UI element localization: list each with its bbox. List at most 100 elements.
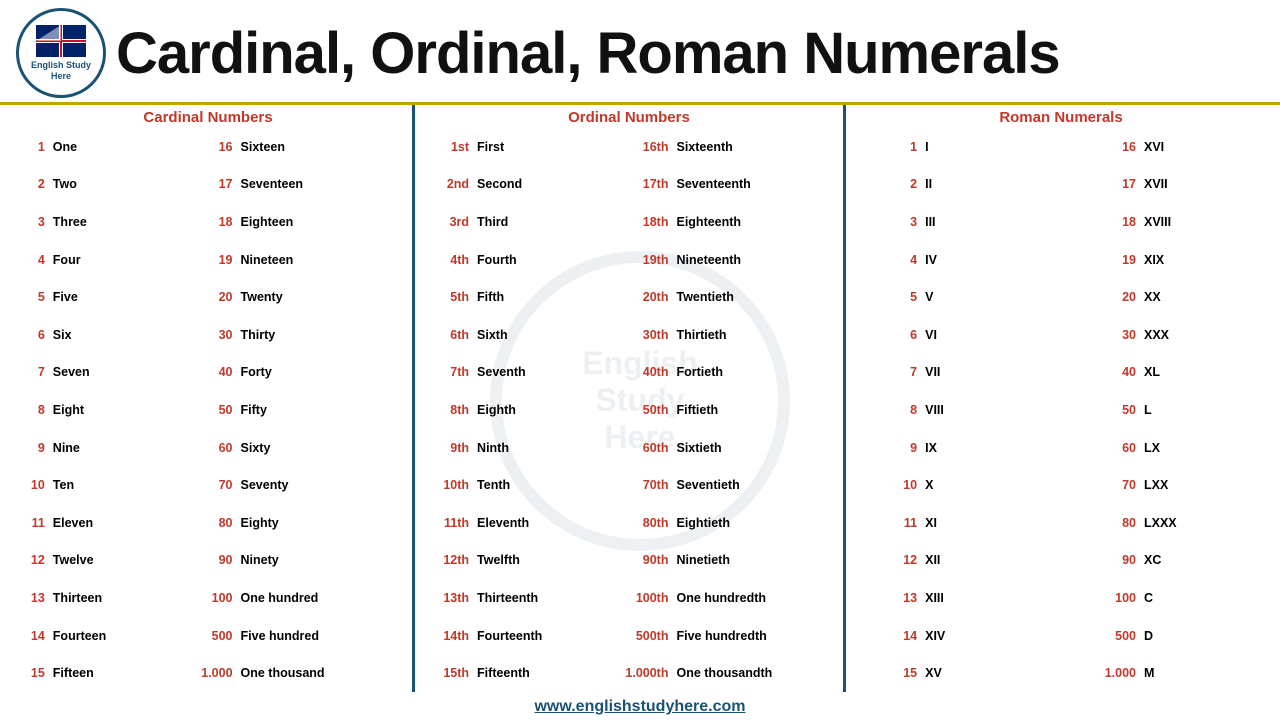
ordinal-num2: 50th [591,391,673,429]
table-row: 13 XIII 100 C [850,579,1272,617]
table-row: 9 Nine 60 Sixty [8,429,408,467]
footer-url[interactable]: www.englishstudyhere.com [534,698,745,715]
roman-word2: LXX [1140,466,1272,504]
table-row: 6 VI 30 XXX [850,316,1272,354]
cardinal-word: Five [49,278,164,316]
cardinal-num: 1 [8,128,49,166]
cardinal-word: Six [49,316,164,354]
roman-word2: XVIII [1140,203,1272,241]
ordinal-num2: 90th [591,542,673,580]
roman-num2: 20 [1013,278,1141,316]
roman-num2: 16 [1013,128,1141,166]
cardinal-num2: 500 [163,617,236,655]
ordinal-num: 5th [419,278,473,316]
cardinal-table: 1 One 16 Sixteen 2 Two 17 Seventeen 3 Th… [8,128,408,692]
ordinal-num: 2nd [419,166,473,204]
ordinal-word: Thirteenth [473,579,591,617]
roman-num2: 70 [1013,466,1141,504]
table-row: 7 Seven 40 Forty [8,354,408,392]
roman-word: XIV [921,617,1012,655]
cardinal-num2: 40 [163,354,236,392]
roman-num: 4 [850,241,921,279]
roman-num: 15 [850,654,921,692]
cardinal-word: Seven [49,354,164,392]
cardinal-num2: 70 [163,466,236,504]
ordinal-word2: One hundredth [672,579,839,617]
cardinal-num: 5 [8,278,49,316]
roman-num: 6 [850,316,921,354]
ordinal-word: Tenth [473,466,591,504]
ordinal-section: Ordinal Numbers 1st First 16th Sixteenth… [419,105,839,692]
cardinal-num: 13 [8,579,49,617]
roman-num: 8 [850,391,921,429]
cardinal-word2: Eighteen [237,203,408,241]
roman-num: 12 [850,542,921,580]
ordinal-word2: Eighteenth [672,203,839,241]
ordinal-num2: 40th [591,354,673,392]
table-row: 6 Six 30 Thirty [8,316,408,354]
ordinal-num2: 18th [591,203,673,241]
cardinal-word: Fourteen [49,617,164,655]
cardinal-word: Twelve [49,542,164,580]
cardinal-table-area: 1 One 16 Sixteen 2 Two 17 Seventeen 3 Th… [8,128,408,692]
ordinal-word: Fourth [473,241,591,279]
roman-num2: 90 [1013,542,1141,580]
cardinal-num: 14 [8,617,49,655]
ordinal-word2: Five hundredth [672,617,839,655]
ordinal-num2: 70th [591,466,673,504]
cardinal-num2: 60 [163,429,236,467]
cardinal-word2: One thousand [237,654,408,692]
roman-num: 5 [850,278,921,316]
roman-num2: 80 [1013,504,1141,542]
ordinal-word2: Fortieth [672,354,839,392]
ordinal-word: Seventh [473,354,591,392]
ordinal-table-area: 1st First 16th Sixteenth 2nd Second 17th… [419,128,839,692]
cardinal-num2: 16 [163,128,236,166]
page: English Study Here Cardinal, Ordinal, Ro… [0,0,1280,720]
roman-word2: XVI [1140,128,1272,166]
cardinal-word2: Sixty [237,429,408,467]
cardinal-num2: 18 [163,203,236,241]
divider-1 [412,105,415,692]
roman-num2: 50 [1013,391,1141,429]
roman-num2: 500 [1013,617,1141,655]
cardinal-num: 2 [8,166,49,204]
cardinal-word: Nine [49,429,164,467]
ordinal-num: 7th [419,354,473,392]
roman-word2: LX [1140,429,1272,467]
main-content: EnglishStudyHere Cardinal Numbers 1 One … [0,105,1280,696]
table-row: 15th Fifteenth 1.000th One thousandth [419,654,839,692]
ordinal-word2: Seventeenth [672,166,839,204]
roman-num: 9 [850,429,921,467]
cardinal-num: 3 [8,203,49,241]
table-row: 9 IX 60 LX [850,429,1272,467]
table-row: 9th Ninth 60th Sixtieth [419,429,839,467]
ordinal-num2: 16th [591,128,673,166]
cardinal-word2: One hundred [237,579,408,617]
cardinal-word2: Seventy [237,466,408,504]
ordinal-word: Sixth [473,316,591,354]
table-row: 1 I 16 XVI [850,128,1272,166]
cardinal-num: 10 [8,466,49,504]
ordinal-num: 1st [419,128,473,166]
roman-word: VIII [921,391,1012,429]
ordinal-num: 3rd [419,203,473,241]
ordinal-num: 11th [419,504,473,542]
cardinal-word: One [49,128,164,166]
cardinal-word2: Seventeen [237,166,408,204]
ordinal-num2: 20th [591,278,673,316]
ordinal-num2: 19th [591,241,673,279]
cardinal-num: 12 [8,542,49,580]
cardinal-word2: Sixteen [237,128,408,166]
roman-num2: 100 [1013,579,1141,617]
ordinal-word2: Nineteenth [672,241,839,279]
table-row: 11 Eleven 80 Eighty [8,504,408,542]
table-row: 6th Sixth 30th Thirtieth [419,316,839,354]
ordinal-word: Twelfth [473,542,591,580]
roman-section: Roman Numerals 1 I 16 XVI 2 II 17 XVII 3… [850,105,1272,692]
ordinal-num: 15th [419,654,473,692]
cardinal-word: Ten [49,466,164,504]
ordinal-num2: 500th [591,617,673,655]
cardinal-word2: Twenty [237,278,408,316]
roman-word: VII [921,354,1012,392]
